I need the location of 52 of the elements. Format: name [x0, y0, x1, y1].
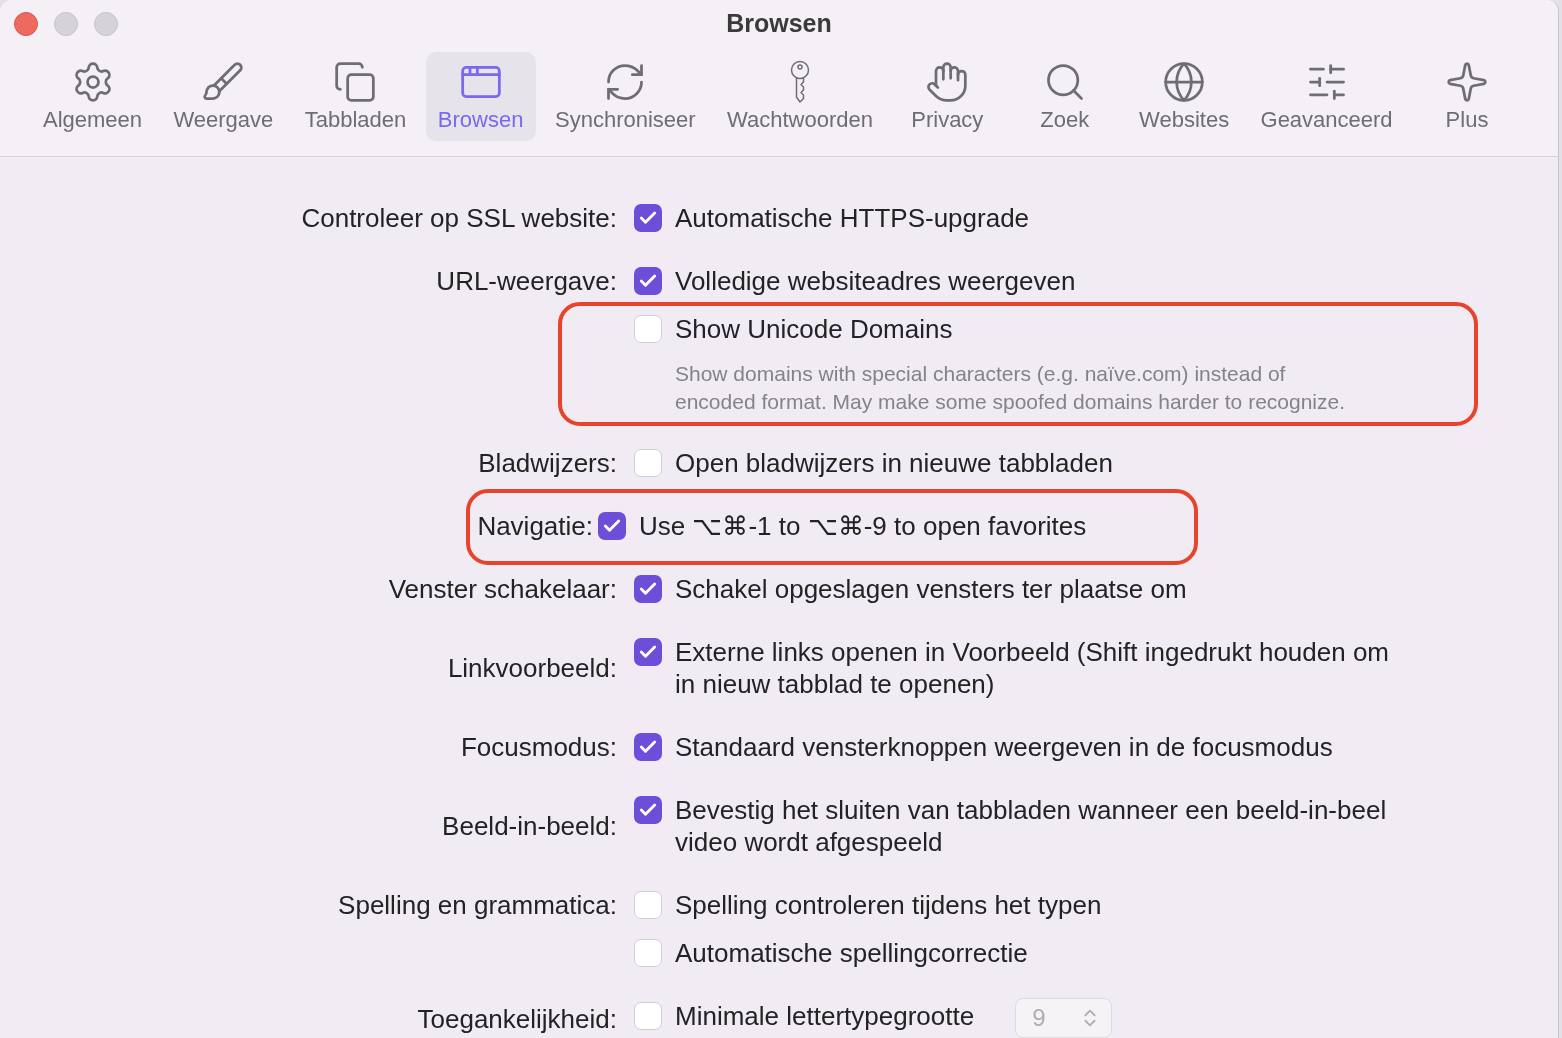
setting-label: Venster schakelaar: [388, 573, 617, 605]
overlapping-squares-icon [333, 60, 378, 104]
option-label: Automatische HTTPS-upgrade [675, 202, 1030, 234]
option-label: Externe links openen in Voorbeeld (Shift ingedrukt houden om in nieuw tabblad te openen) [675, 636, 1390, 700]
setting-label: Focusmodus: [460, 731, 617, 763]
toolbar-tab[interactable]: Privacy [892, 52, 1003, 141]
toolbar-tab[interactable]: Zoek [1009, 52, 1120, 141]
option-label: Spelling controleren tijdens het typen [675, 889, 1102, 921]
setting-label: Navigatie: [477, 510, 593, 542]
sparkle-icon [1445, 60, 1489, 104]
option-label: Open bladwijzers in nieuwe tabbladen [675, 447, 1113, 479]
setting-label: Toegankelijkheid: [417, 1003, 617, 1035]
setting-label: Controleer op SSL website: [301, 202, 617, 234]
checkbox[interactable] [598, 512, 626, 540]
setting-label: Spelling en grammatica: [338, 889, 617, 921]
checkbox[interactable] [634, 638, 662, 666]
checkbox[interactable] [634, 315, 662, 343]
option-label: Standaard vensterknoppen weergeven in de focusmodus [675, 731, 1333, 763]
option-label: Volledige websiteadres weergeven [675, 265, 1076, 297]
option-label: Use ⌥⌘-1 to ⌥⌘-9 to open favorites [639, 510, 1087, 542]
option-label: Minimale lettertypegrootte [675, 1000, 975, 1032]
checkbox[interactable] [634, 796, 662, 824]
checkbox[interactable] [634, 204, 662, 232]
checkbox[interactable] [634, 267, 662, 295]
toolbar-tab[interactable]: Wachtwoorden [715, 52, 885, 141]
toolbar-tab[interactable]: Geavanceerd [1248, 52, 1405, 141]
checkbox[interactable] [634, 939, 662, 967]
checkbox[interactable] [634, 575, 662, 603]
setting-label: Bladwijzers: [478, 447, 617, 479]
checkbox[interactable] [634, 891, 662, 919]
setting-label: URL-weergave: [436, 265, 617, 297]
toolbar-tab[interactable]: Websites [1127, 52, 1242, 141]
toolbar-tab[interactable]: Tabbladen [292, 52, 419, 141]
window-title: Browsen [726, 8, 832, 40]
option-label: Show Unicode Domains [675, 313, 953, 345]
setting-label: Beeld-in-beeld: [442, 810, 617, 842]
hand-icon [925, 60, 970, 104]
checkbox[interactable] [634, 1002, 662, 1030]
toolbar-tab[interactable]: Algemeen [31, 52, 155, 141]
option-label: Automatische spellingcorrectie [675, 937, 1028, 969]
toolbar-tab[interactable]: Synchroniseer [543, 52, 708, 141]
close-window-button[interactable] [14, 12, 38, 36]
checkbox[interactable] [634, 733, 662, 761]
option-label: Bevestig het sluiten van tabbladen wanneer een beeld-in-beel video wordt afgespeeld [675, 794, 1387, 858]
globe-icon [1162, 60, 1207, 104]
checkbox[interactable] [634, 449, 662, 477]
option-description: Show domains with special characters (e.g. naïve.com) instead of encoded format. May make some spoofed domains harder to recognize. [674, 361, 1347, 415]
option-label: Schakel opgeslagen vensters ter plaatse om [675, 573, 1187, 605]
toolbar-tab[interactable]: Plus [1412, 52, 1522, 141]
toolbar-tab[interactable]: Browsen [425, 52, 536, 141]
toolbar-tab[interactable]: Weergave [161, 52, 286, 141]
setting-label: Linkvoorbeeld: [447, 652, 617, 684]
